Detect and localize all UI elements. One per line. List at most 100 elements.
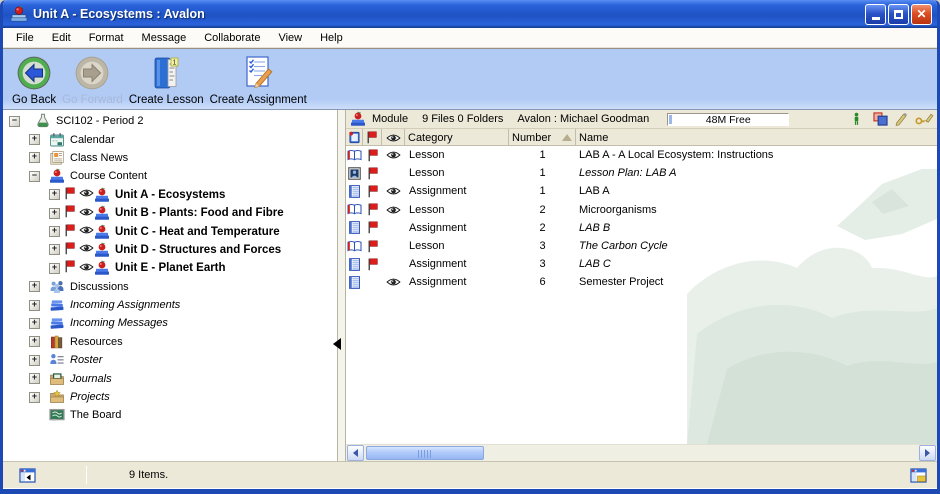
item-name: Lesson Plan: LAB A — [576, 167, 937, 179]
eye-icon — [79, 262, 94, 275]
layout-view-icon[interactable] — [910, 467, 927, 484]
notebook-icon — [346, 185, 363, 198]
tree-item-sci102-period-2[interactable]: −SCI102 - Period 2 — [3, 112, 337, 130]
menu-item-edit[interactable]: Edit — [43, 29, 80, 47]
collapse-expander-icon[interactable]: − — [9, 116, 20, 127]
expand-expander-icon[interactable]: + — [29, 336, 40, 347]
horizontal-scrollbar[interactable] — [346, 444, 937, 461]
collapse-pane-icon[interactable] — [333, 338, 341, 350]
flag-icon — [64, 224, 76, 240]
expand-expander-icon[interactable]: + — [29, 134, 40, 145]
flag-icon — [363, 167, 382, 180]
flag-column-header[interactable] — [363, 129, 382, 146]
number-column-header[interactable]: Number — [509, 129, 576, 146]
tree-item-unit-a-ecosystems[interactable]: +Unit A - Ecosystems — [3, 186, 337, 204]
tree-item-discussions[interactable]: +Discussions — [3, 278, 337, 296]
tree-item-label: Resources — [70, 336, 123, 348]
menu-item-format[interactable]: Format — [80, 29, 133, 47]
list-row-microorganisms[interactable]: Lesson2Microorganisms — [346, 201, 937, 219]
tree-item-course-content[interactable]: − Course Content — [3, 167, 337, 185]
free-space-indicator: 48M Free — [667, 113, 789, 126]
menu-item-message[interactable]: Message — [133, 29, 196, 47]
list-row-semester-project[interactable]: Assignment6Semester Project — [346, 273, 937, 291]
tree-item-label: Unit C - Heat and Temperature — [115, 226, 280, 238]
scrollbar-thumb[interactable] — [366, 446, 484, 460]
tree-item-incoming-messages[interactable]: +Incoming Messages — [3, 314, 337, 332]
pencil-icon[interactable] — [894, 112, 910, 127]
close-button[interactable]: ✕ — [911, 4, 932, 25]
notebook-icon — [346, 221, 363, 234]
name-column-header[interactable]: Name — [576, 129, 937, 146]
tree-item-unit-e-planet-earth[interactable]: +Unit E - Planet Earth — [3, 259, 337, 277]
module-icon — [350, 111, 367, 127]
tree-item-roster[interactable]: +Roster — [3, 351, 337, 369]
menu-item-file[interactable]: File — [7, 29, 43, 47]
titlebar[interactable]: Unit A - Ecosystems : Avalon ✕ — [3, 0, 937, 28]
discussions-icon — [49, 279, 65, 295]
expand-expander-icon[interactable]: + — [49, 263, 60, 274]
expand-expander-icon[interactable]: + — [29, 281, 40, 292]
menu-item-view[interactable]: View — [269, 29, 311, 47]
list-row-lab-a[interactable]: Assignment1LAB A — [346, 182, 937, 200]
flag-icon — [64, 260, 76, 276]
tree-item-label: Course Content — [70, 170, 147, 182]
collapse-expander-icon[interactable]: − — [29, 171, 40, 182]
pane-splitter[interactable] — [337, 110, 346, 461]
go-forward-button[interactable]: Go Forward — [59, 52, 126, 107]
close-icon: ✕ — [916, 8, 926, 20]
key-pencil-icon[interactable] — [915, 112, 931, 127]
expand-expander-icon[interactable]: + — [29, 373, 40, 384]
column-header-row: Category Number Name — [346, 129, 937, 146]
tree-item-label: The Board — [70, 409, 121, 421]
menu-item-collaborate[interactable]: Collaborate — [195, 29, 269, 47]
toggle-panel-icon[interactable] — [19, 467, 36, 484]
arrow-right-icon — [925, 449, 930, 457]
expand-expander-icon[interactable]: + — [29, 300, 40, 311]
tree-item-resources[interactable]: + Resources — [3, 333, 337, 351]
tree-item-class-news[interactable]: +Class News — [3, 149, 337, 167]
apple-books-icon — [94, 260, 110, 276]
tree-item-calendar[interactable]: +Calendar — [3, 130, 337, 148]
expand-expander-icon[interactable]: + — [49, 189, 60, 200]
tree-item-incoming-assignments[interactable]: +Incoming Assignments — [3, 296, 337, 314]
item-category: Assignment — [405, 276, 509, 288]
tree-item-the-board[interactable]: +The Board — [3, 406, 337, 424]
books-stack-icon — [49, 297, 65, 313]
person-icon[interactable] — [852, 112, 868, 127]
expand-expander-icon[interactable]: + — [49, 244, 60, 255]
board-icon — [49, 407, 65, 423]
menu-item-help[interactable]: Help — [311, 29, 352, 47]
go-back-button[interactable]: Go Back — [9, 52, 59, 107]
windows-icon[interactable] — [873, 112, 889, 127]
expand-expander-icon[interactable]: + — [29, 152, 40, 163]
list-row-lab-c[interactable]: Assignment3LAB C — [346, 255, 937, 273]
eye-column-header[interactable] — [382, 129, 405, 146]
expand-expander-icon[interactable]: + — [29, 355, 40, 366]
expand-expander-icon[interactable]: + — [49, 208, 60, 219]
expand-expander-icon[interactable]: + — [29, 392, 40, 403]
expand-expander-icon[interactable]: + — [29, 318, 40, 329]
scroll-left-button[interactable] — [347, 445, 364, 461]
open-book-icon — [346, 240, 363, 253]
tree-item-unit-d-structures-and-forces[interactable]: +Unit D - Structures and Forces — [3, 241, 337, 259]
item-number: 1 — [509, 149, 576, 161]
tree-item-journals[interactable]: +Journals — [3, 369, 337, 387]
tree-item-unit-c-heat-and-temperature[interactable]: + Unit C - Heat and Temperature — [3, 222, 337, 240]
create-lesson-button[interactable]: 1Create Lesson — [126, 52, 207, 107]
list-row-lab-a-a-local-ecosystem-instructions[interactable]: Lesson1LAB A - A Local Ecosystem: Instru… — [346, 146, 937, 164]
list-row-the-carbon-cycle[interactable]: Lesson3The Carbon Cycle — [346, 237, 937, 255]
tree-item-unit-b-plants-food-and-fibre[interactable]: +Unit B - Plants: Food and Fibre — [3, 204, 337, 222]
category-column-header[interactable]: Category — [405, 129, 509, 146]
list-row-lab-b[interactable]: Assignment2LAB B — [346, 219, 937, 237]
minimize-button[interactable] — [865, 4, 886, 25]
tree-item-projects[interactable]: +Projects — [3, 388, 337, 406]
eye-icon — [79, 243, 94, 256]
scroll-right-button[interactable] — [919, 445, 936, 461]
list-row-lesson-plan-lab-a[interactable]: Lesson1Lesson Plan: LAB A — [346, 164, 937, 182]
maximize-button[interactable] — [888, 4, 909, 25]
create-assignment-button[interactable]: Create Assignment — [207, 52, 310, 107]
item-type-column-header[interactable] — [346, 129, 363, 146]
expand-expander-icon[interactable]: + — [49, 226, 60, 237]
apple-books-icon — [94, 187, 110, 203]
notebook-icon — [346, 276, 363, 289]
